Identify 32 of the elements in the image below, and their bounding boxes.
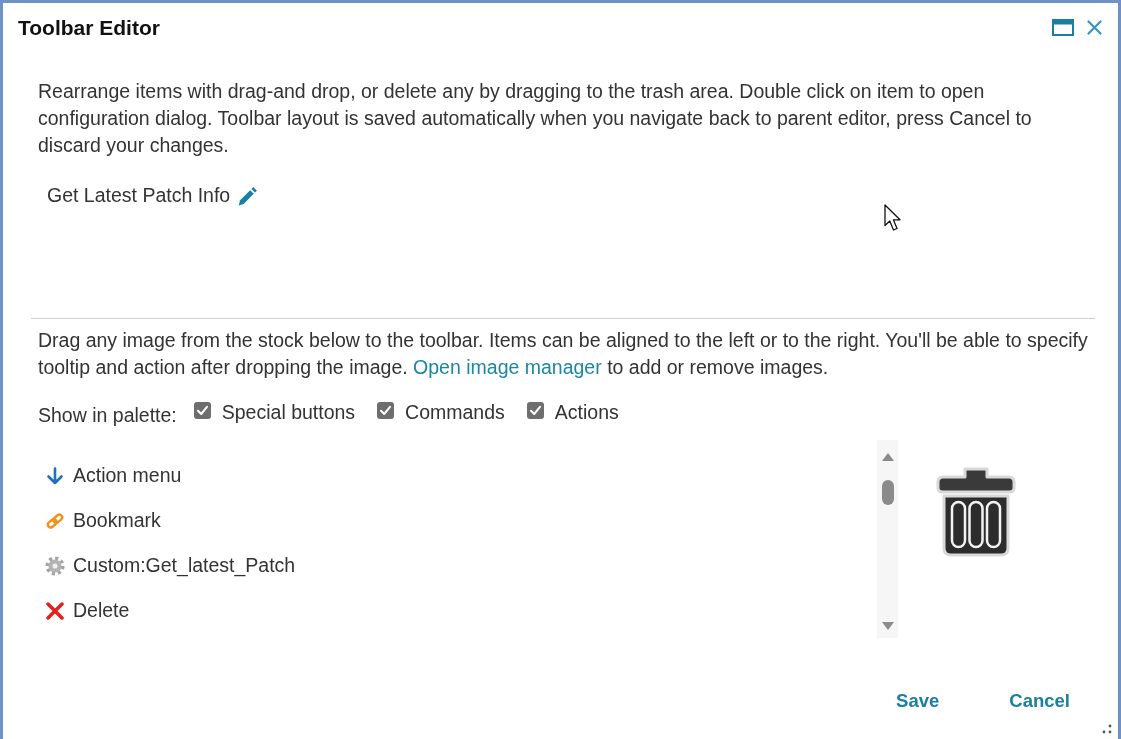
- window-title: Toolbar Editor: [18, 15, 161, 40]
- palette-item[interactable]: Custom:Get_latest_Patch: [45, 543, 877, 588]
- checkbox-label: Commands: [405, 400, 505, 424]
- chain-link-icon: [45, 510, 65, 531]
- cancel-button[interactable]: Cancel: [997, 683, 1082, 719]
- palette-item[interactable]: Bookmark: [45, 498, 877, 543]
- mouse-pointer-icon: [884, 204, 903, 232]
- checkbox[interactable]: [377, 401, 395, 419]
- checkbox-label: Special buttons: [221, 400, 356, 424]
- image-manager-link[interactable]: Open image manager: [413, 356, 602, 378]
- checkbox-label: Actions: [554, 400, 619, 424]
- scrollbar-thumb[interactable]: [881, 480, 894, 505]
- resize-grip-icon[interactable]: [1102, 724, 1112, 734]
- save-button[interactable]: Save: [884, 683, 952, 719]
- palette-item[interactable]: Delete: [45, 588, 877, 633]
- cross-icon: [46, 601, 64, 620]
- maximize-icon[interactable]: [1052, 19, 1074, 36]
- toolbar-item[interactable]: Get Latest Patch Info: [47, 182, 259, 209]
- palette-filter-label: Show in palette:: [38, 402, 177, 427]
- checkbox[interactable]: [193, 401, 211, 419]
- instructions-text: Rearrange items with drag-and drop, or delete any by dragging to the trash area. Double click on item to open configuration dialog. Toolbar layout is saved automatically when you navigate back to parent editor, press Cancel to discard your changes.: [38, 79, 1033, 158]
- scroll-up-icon[interactable]: [881, 453, 894, 461]
- stock-instructions-text: Drag any image from the stock below to the toolbar. Items can be aligned to the left or to the right. You'll be able to specify tooltip and action after dropping the image. Open image manager to add or remove images.: [38, 328, 1089, 380]
- close-icon[interactable]: [1087, 20, 1102, 35]
- checkbox[interactable]: [526, 401, 544, 419]
- gear-icon: [45, 554, 65, 577]
- trash-icon: [935, 466, 1017, 558]
- palette-item[interactable]: Action menu: [45, 453, 877, 498]
- pencil-icon[interactable]: [238, 185, 259, 206]
- arrow-down-icon: [46, 466, 64, 485]
- scroll-down-icon[interactable]: [881, 622, 894, 630]
- scrollbar[interactable]: [877, 440, 898, 638]
